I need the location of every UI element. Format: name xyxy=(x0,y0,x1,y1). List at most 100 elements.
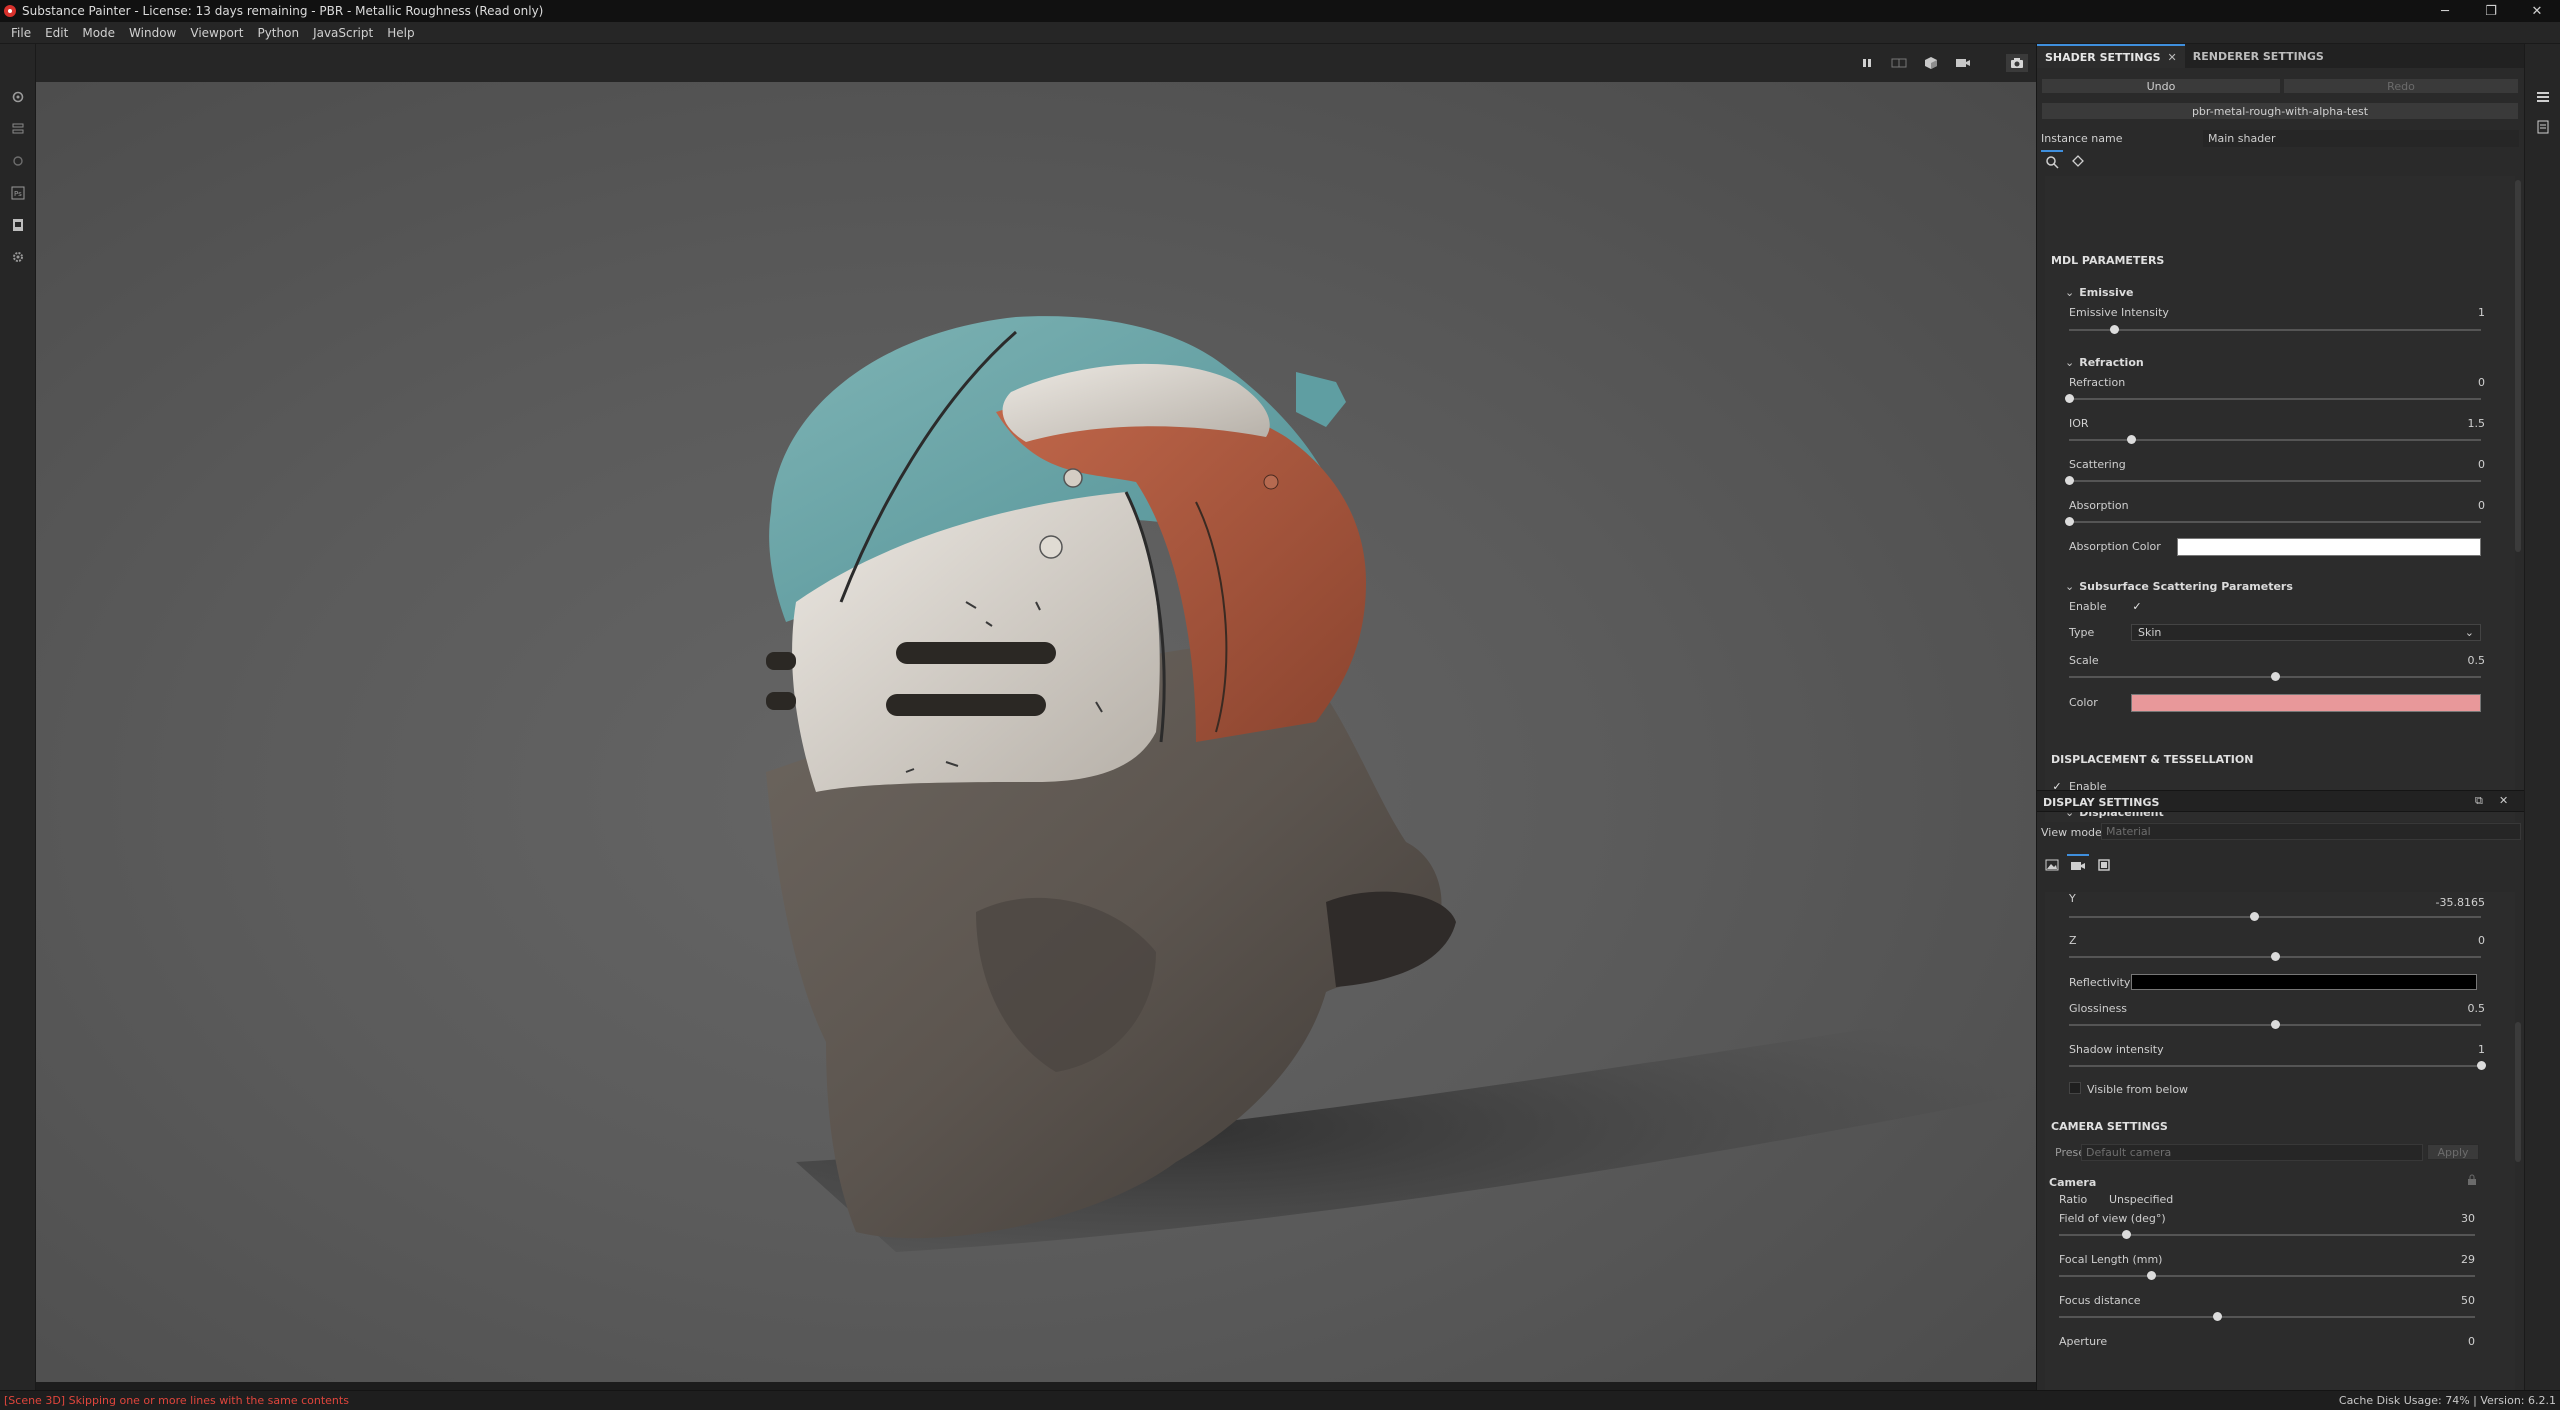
camera-preset-field[interactable]: Default camera xyxy=(2081,1144,2423,1161)
menu-edit[interactable]: Edit xyxy=(38,26,75,40)
refraction-slider[interactable] xyxy=(2065,394,2481,403)
absorption-slider[interactable] xyxy=(2065,517,2481,526)
slider-handle[interactable] xyxy=(2271,672,2280,681)
sss-enable-checkbox[interactable]: ✓ xyxy=(2131,600,2143,613)
field-of-view-slider[interactable] xyxy=(2059,1230,2475,1239)
status-log-message[interactable]: [Scene 3D] Skipping one or more lines wi… xyxy=(4,1394,349,1407)
close-icon[interactable]: ✕ xyxy=(2499,794,2508,807)
ior-value[interactable]: 1.5 xyxy=(2425,417,2486,430)
bucket-icon[interactable] xyxy=(2067,150,2089,172)
sss-type-dropdown[interactable]: Skin ⌄ xyxy=(2131,624,2481,641)
environment-tab-icon[interactable] xyxy=(2041,854,2063,876)
slider-handle[interactable] xyxy=(2250,912,2260,921)
refraction-value[interactable]: 0 xyxy=(2425,376,2485,389)
bake-icon[interactable] xyxy=(9,152,26,169)
shadow-intensity-value[interactable]: 1 xyxy=(2425,1043,2485,1056)
export-icon[interactable] xyxy=(9,216,26,233)
absorption-value[interactable]: 0 xyxy=(2425,499,2485,512)
instance-name-field[interactable]: Main shader xyxy=(2203,130,2519,147)
slider-handle[interactable] xyxy=(2121,1230,2131,1239)
shader-scrollbar[interactable] xyxy=(2515,180,2521,552)
minimize-button[interactable]: ─ xyxy=(2422,0,2468,22)
light-y-value[interactable]: -35.8165 xyxy=(2425,896,2485,909)
sss-scale-value[interactable]: 0.5 xyxy=(2425,654,2486,667)
split-view-icon[interactable] xyxy=(1888,54,1910,72)
emissive-intensity-slider[interactable] xyxy=(2069,325,2481,334)
emissive-intensity-value[interactable]: 1 xyxy=(2425,306,2485,319)
focus-distance-slider[interactable] xyxy=(2059,1312,2475,1321)
scattering-slider[interactable] xyxy=(2065,476,2481,485)
undo-button[interactable]: Undo xyxy=(2041,78,2281,94)
shadow-intensity-slider[interactable] xyxy=(2069,1061,2486,1070)
menu-javascript[interactable]: JavaScript xyxy=(306,26,380,40)
slider-handle[interactable] xyxy=(2146,1271,2156,1280)
field-of-view-value[interactable]: 30 xyxy=(2415,1212,2475,1225)
gear-icon[interactable] xyxy=(9,248,26,265)
slider-handle[interactable] xyxy=(2213,1312,2223,1321)
menu-help[interactable]: Help xyxy=(380,26,421,40)
ior-slider[interactable] xyxy=(2069,435,2481,444)
refraction-group-label: Refraction xyxy=(2079,356,2144,369)
emissive-group[interactable]: ⌄ Emissive xyxy=(2065,286,2133,299)
list-icon[interactable] xyxy=(2534,88,2551,105)
camera-settings-title: CAMERA SETTINGS xyxy=(2051,1120,2168,1133)
absorption-color-swatch[interactable] xyxy=(2177,538,2481,556)
viewport-toolbar xyxy=(36,44,2036,82)
focal-length-value[interactable]: 29 xyxy=(2415,1253,2475,1266)
glossiness-value[interactable]: 0.5 xyxy=(2425,1002,2486,1015)
slider-handle[interactable] xyxy=(2271,1020,2280,1029)
light-z-value[interactable]: 0 xyxy=(2425,934,2485,947)
slider-handle[interactable] xyxy=(2065,394,2074,403)
camera-icon[interactable] xyxy=(1952,54,1974,72)
screenshot-icon[interactable] xyxy=(2006,54,2028,72)
menu-python[interactable]: Python xyxy=(250,26,306,40)
view-mode-field[interactable]: Material xyxy=(2101,823,2521,840)
visible-from-below-label: Visible from below xyxy=(2087,1083,2189,1096)
close-button[interactable]: ✕ xyxy=(2514,0,2560,22)
menu-viewport[interactable]: Viewport xyxy=(183,26,250,40)
tab-shader-settings[interactable]: SHADER SETTINGS ✕ xyxy=(2037,44,2185,68)
photoshop-icon[interactable]: Ps xyxy=(9,184,26,201)
focus-distance-value[interactable]: 50 xyxy=(2415,1294,2475,1307)
menu-file[interactable]: File xyxy=(4,26,38,40)
aperture-value[interactable]: 0 xyxy=(2415,1335,2475,1348)
light-y-slider[interactable] xyxy=(2069,912,2481,921)
display-scrollbar[interactable] xyxy=(2515,1022,2521,1162)
pause-icon[interactable] xyxy=(1856,54,1878,72)
glossiness-slider[interactable] xyxy=(2069,1020,2481,1029)
refraction-group[interactable]: ⌄ Refraction xyxy=(2065,356,2144,369)
light-z-slider[interactable] xyxy=(2069,952,2481,961)
visible-from-below-checkbox[interactable] xyxy=(2069,1082,2081,1094)
camera-preset-apply-button[interactable]: Apply xyxy=(2427,1144,2479,1160)
redo-button[interactable]: Redo xyxy=(2283,78,2519,94)
sss-group[interactable]: ⌄ Subsurface Scattering Parameters xyxy=(2065,580,2293,593)
slider-handle[interactable] xyxy=(2110,325,2120,334)
settings-icon[interactable] xyxy=(9,88,26,105)
slider-handle[interactable] xyxy=(2065,517,2074,526)
camera-tab-icon[interactable] xyxy=(2067,854,2089,876)
tab-renderer-settings[interactable]: RENDERER SETTINGS xyxy=(2185,44,2332,68)
frame-tab-icon[interactable] xyxy=(2093,854,2115,876)
scattering-value[interactable]: 0 xyxy=(2425,458,2485,471)
maximize-button[interactable]: ❐ xyxy=(2468,0,2514,22)
slider-handle[interactable] xyxy=(2271,952,2280,961)
float-panel-icon[interactable]: ⧉ xyxy=(2475,794,2483,808)
focal-length-slider[interactable] xyxy=(2059,1271,2475,1280)
lock-icon[interactable] xyxy=(2467,1174,2477,1189)
menu-mode[interactable]: Mode xyxy=(75,26,122,40)
close-icon[interactable]: ✕ xyxy=(2168,51,2177,64)
slider-handle[interactable] xyxy=(2126,435,2136,444)
menu-window[interactable]: Window xyxy=(122,26,183,40)
sss-scale-slider[interactable] xyxy=(2069,672,2481,681)
app-logo-icon xyxy=(4,5,16,17)
layers-stack-icon[interactable] xyxy=(9,120,26,137)
3d-viewport[interactable] xyxy=(36,82,2036,1382)
cube-icon[interactable] xyxy=(1920,54,1942,72)
slider-handle[interactable] xyxy=(2477,1061,2486,1070)
mdl-parameters-tab[interactable] xyxy=(2041,150,2063,172)
shader-preset-button[interactable]: pbr-metal-rough-with-alpha-test xyxy=(2041,102,2519,120)
sss-color-swatch[interactable] xyxy=(2131,694,2481,712)
reflectivity-color-swatch[interactable] xyxy=(2131,974,2477,990)
slider-handle[interactable] xyxy=(2065,476,2074,485)
document-icon[interactable] xyxy=(2534,118,2551,135)
